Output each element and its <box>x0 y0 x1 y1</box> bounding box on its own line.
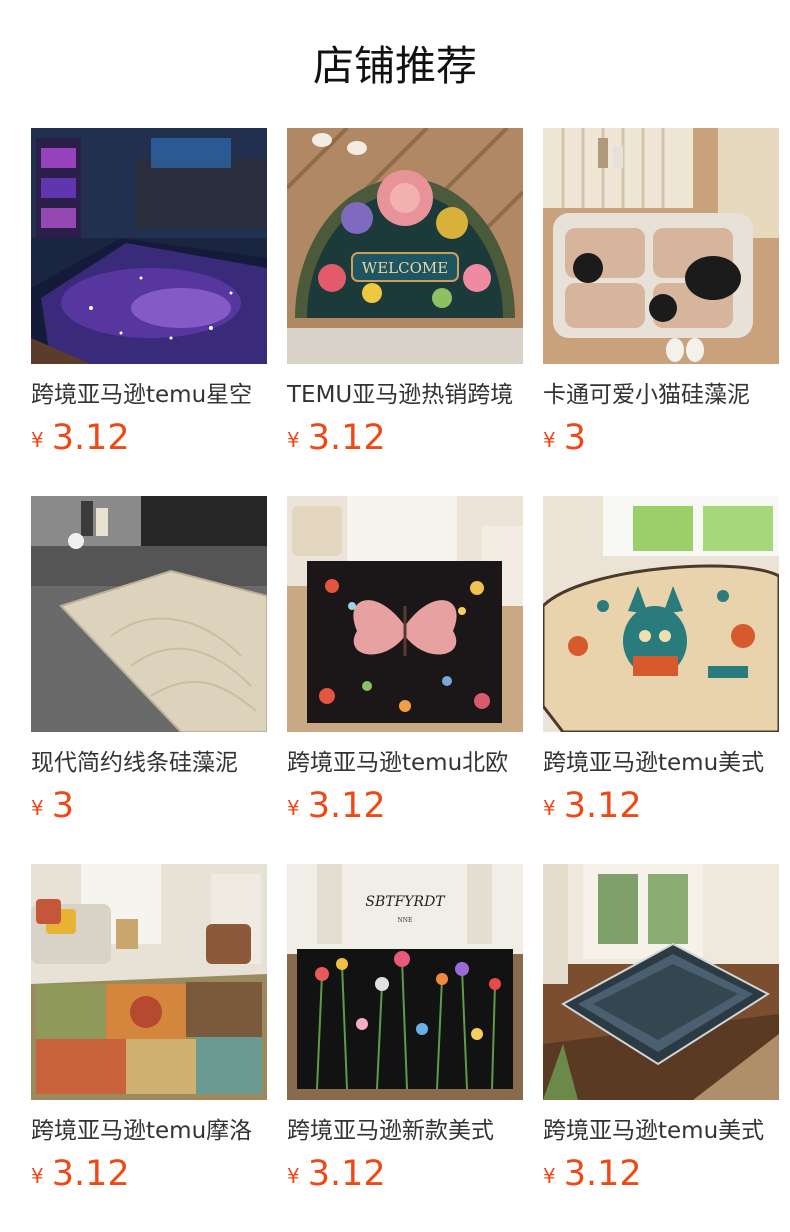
product-image[interactable] <box>543 496 779 732</box>
product-card[interactable]: 跨境亚马逊temu美式 ¥3.12 <box>543 496 779 836</box>
product-image[interactable] <box>31 496 267 732</box>
price-value: 3.12 <box>51 418 130 458</box>
currency-symbol: ¥ <box>31 1164 44 1188</box>
product-price: ¥3.12 <box>31 1152 130 1196</box>
product-card[interactable]: 跨境亚马逊temu北欧 ¥3.12 <box>287 496 523 836</box>
svg-text:WELCOME: WELCOME <box>362 259 448 277</box>
price-value: 3.12 <box>307 1154 386 1194</box>
product-image[interactable] <box>287 496 523 732</box>
image-brand-text: SBTFYRDT <box>365 894 446 910</box>
currency-symbol: ¥ <box>287 1164 300 1188</box>
product-name[interactable]: 现代简约线条硅藻泥 <box>31 746 267 780</box>
product-name[interactable]: 跨境亚马逊temu北欧 <box>287 746 523 780</box>
product-name[interactable]: 跨境亚马逊新款美式 <box>287 1114 523 1148</box>
product-image[interactable]: WELCOME <box>287 128 523 364</box>
product-price: ¥3.12 <box>543 784 642 828</box>
product-card[interactable]: WELCOME TEMU亚马逊热销跨境 ¥3.12 <box>287 128 523 468</box>
price-value: 3.12 <box>51 1154 130 1194</box>
product-image[interactable] <box>31 864 267 1100</box>
page-title: 店铺推荐 <box>313 42 477 90</box>
product-name[interactable]: 跨境亚马逊temu美式 <box>543 1114 779 1148</box>
product-name[interactable]: 跨境亚马逊temu星空 <box>31 378 267 412</box>
product-card[interactable]: 跨境亚马逊temu摩洛 ¥3.12 <box>31 864 267 1204</box>
product-image[interactable] <box>31 128 267 364</box>
product-card[interactable]: 跨境亚马逊temu美式 ¥3.12 <box>543 864 779 1204</box>
product-name[interactable]: TEMU亚马逊热销跨境 <box>287 378 523 412</box>
currency-symbol: ¥ <box>31 796 44 820</box>
product-name[interactable]: 卡通可爱小猫硅藻泥 <box>543 378 779 412</box>
product-image[interactable] <box>543 864 779 1100</box>
product-name[interactable]: 跨境亚马逊temu摩洛 <box>31 1114 267 1148</box>
product-card[interactable]: SBTFYRDT NNE 跨境亚马逊新款美式 ¥3.12 <box>287 864 523 1204</box>
product-image[interactable]: SBTFYRDT NNE <box>287 864 523 1100</box>
currency-symbol: ¥ <box>543 428 556 452</box>
currency-symbol: ¥ <box>287 428 300 452</box>
product-price: ¥3.12 <box>287 1152 386 1196</box>
product-price: ¥3 <box>31 784 74 828</box>
price-value: 3 <box>563 418 587 458</box>
product-price: ¥3.12 <box>31 416 130 460</box>
product-price: ¥3.12 <box>287 784 386 828</box>
product-card[interactable]: 跨境亚马逊temu星空 ¥3.12 <box>31 128 267 468</box>
image-brand-subtext: NNE <box>398 917 413 924</box>
currency-symbol: ¥ <box>543 796 556 820</box>
product-price: ¥3 <box>543 416 586 460</box>
price-value: 3.12 <box>563 786 642 826</box>
product-price: ¥3.12 <box>543 1152 642 1196</box>
price-value: 3 <box>51 786 75 826</box>
currency-symbol: ¥ <box>543 1164 556 1188</box>
currency-symbol: ¥ <box>31 428 44 452</box>
price-value: 3.12 <box>307 786 386 826</box>
product-card[interactable]: 卡通可爱小猫硅藻泥 ¥3 <box>543 128 779 468</box>
price-value: 3.12 <box>307 418 386 458</box>
product-name[interactable]: 跨境亚马逊temu美式 <box>543 746 779 780</box>
product-price: ¥3.12 <box>287 416 386 460</box>
product-image[interactable] <box>543 128 779 364</box>
product-card[interactable]: 现代简约线条硅藻泥 ¥3 <box>31 496 267 836</box>
currency-symbol: ¥ <box>287 796 300 820</box>
price-value: 3.12 <box>563 1154 642 1194</box>
